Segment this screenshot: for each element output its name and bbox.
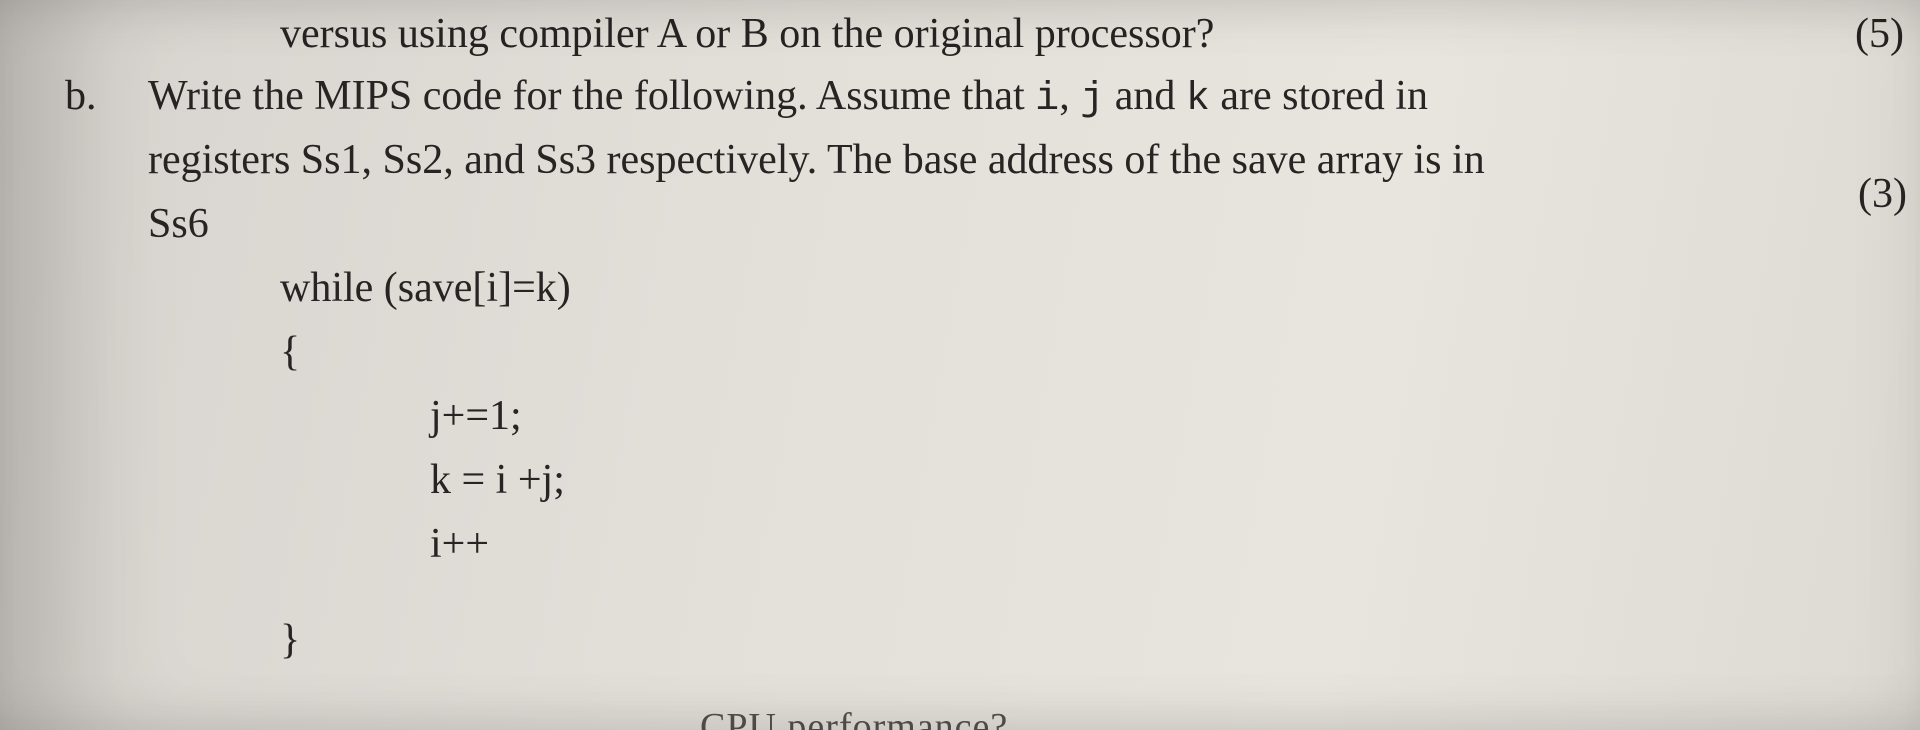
code-line-5: i++ (430, 514, 489, 575)
code-line-2: { (280, 322, 300, 383)
code-inline-k: k (1186, 77, 1210, 122)
code-line-6: } (280, 610, 300, 671)
code-line-4: k = i +j; (430, 450, 565, 511)
item-label-b: b. (65, 66, 97, 127)
question-line-3: Ss6 (148, 194, 209, 255)
text-fragment: are stored in (1210, 73, 1428, 119)
next-question-fragment: CPU performance? (700, 700, 1008, 730)
code-inline-j: j (1080, 77, 1104, 122)
prev-question-fragment: versus using compiler A or B on the orig… (280, 4, 1214, 65)
prev-question-points: (5) (1855, 4, 1904, 65)
code-line-1: while (save[i]=k) (280, 258, 571, 319)
text-fragment: and (1104, 73, 1186, 119)
question-line-2: registers Ss1, Ss2, and Ss3 respectively… (148, 130, 1485, 191)
text-fragment: , (1059, 73, 1080, 119)
text-fragment: Write the MIPS code for the following. A… (148, 73, 1035, 119)
code-inline-i: i (1035, 77, 1059, 122)
question-points: (3) (1858, 164, 1907, 225)
exam-page: versus using compiler A or B on the orig… (0, 0, 1920, 730)
code-line-3: j+=1; (430, 386, 522, 447)
question-line-1: Write the MIPS code for the following. A… (148, 66, 1428, 129)
